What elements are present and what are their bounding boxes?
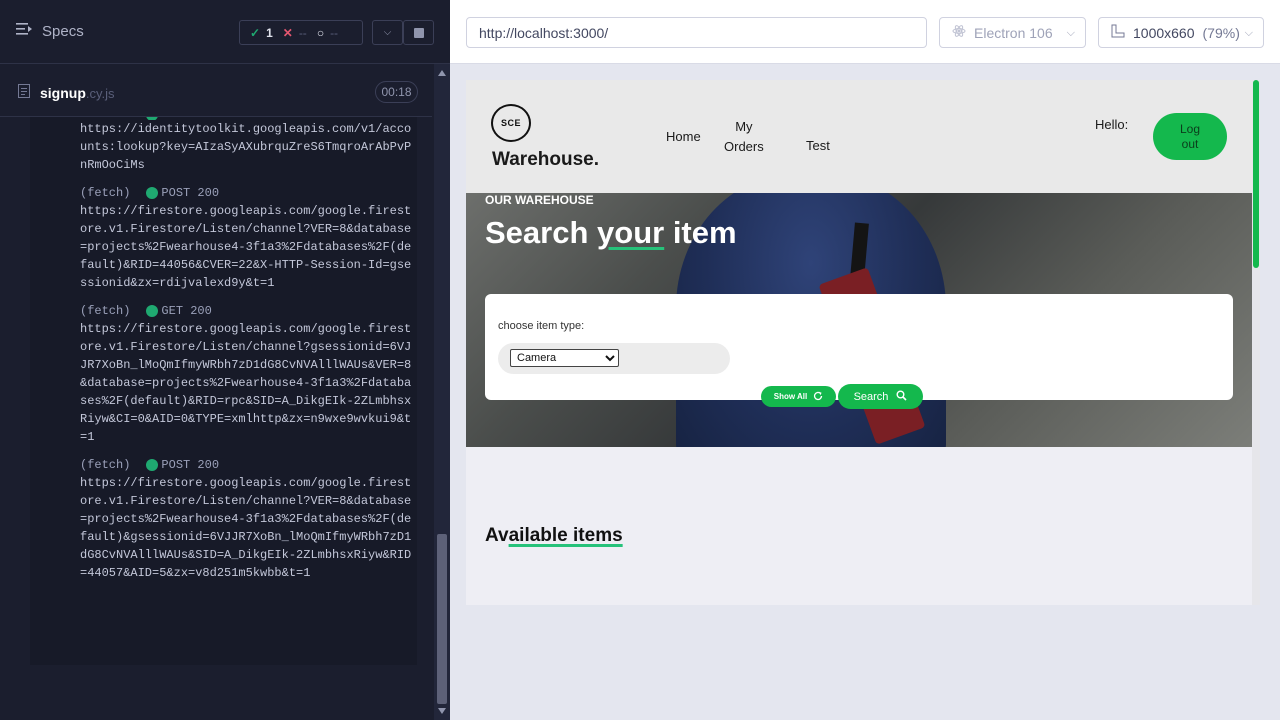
item-type-wrapper: Camera xyxy=(498,343,730,374)
menu-icon xyxy=(16,22,32,40)
logo-text[interactable]: Warehouse. xyxy=(492,149,599,171)
viewport-zoom: (79%) xyxy=(1202,24,1240,41)
refresh-icon xyxy=(813,391,823,403)
log-entry[interactable]: (fetch) POST 200 https://firestore.googlea… xyxy=(80,456,415,582)
hero-title-pre: Search xyxy=(485,215,598,250)
nav-my-orders-line2: Orders xyxy=(724,139,764,154)
viewport-size: 1000x660 xyxy=(1133,24,1195,41)
aut-toolbar: http://localhost:3000/ Electron 106 ⌵ 10… xyxy=(450,0,1280,64)
log-entry-type: (fetch) xyxy=(80,304,131,318)
logout-line1: Log xyxy=(1179,121,1201,136)
hero-title: Search your item xyxy=(485,215,737,251)
log-entry-url: https://firestore.googleapis.com/google.… xyxy=(80,476,412,580)
scroll-down-icon[interactable] xyxy=(438,708,446,714)
log-entry-url: https://firestore.googleapis.com/google.… xyxy=(80,204,412,290)
electron-icon xyxy=(952,24,966,41)
chevron-down-icon: ⌵ xyxy=(1244,27,1253,39)
log-entry-url: https://firestore.googleapis.com/google.… xyxy=(80,322,412,444)
nav-my-orders[interactable]: My Orders xyxy=(724,117,764,157)
hello-label: Hello: xyxy=(1095,117,1129,132)
spec-ext: .cy.js xyxy=(85,86,115,101)
app-frame: SCE Warehouse. Home My Orders Test Hello… xyxy=(466,80,1260,605)
expand-button[interactable]: ⌵ xyxy=(372,20,403,45)
chevron-down-icon: ⌵ xyxy=(1066,27,1075,39)
specs-label: Specs xyxy=(42,22,84,40)
browser-label: Electron 106 xyxy=(974,24,1053,41)
log-entry[interactable]: (fetch) POST 200 https://firestore.googlea… xyxy=(80,184,415,292)
log-entry-url: https://identitytoolkit.googleapis.com/v… xyxy=(80,122,412,172)
check-icon: ✓ xyxy=(250,25,261,40)
hero-title-your: your xyxy=(597,215,665,250)
spec-name: signup xyxy=(40,85,86,101)
log-entry-head: (fetch) POST 200 xyxy=(80,184,415,202)
status-dot-icon xyxy=(146,305,159,317)
stop-button[interactable] xyxy=(403,20,434,45)
item-type-select[interactable]: Camera xyxy=(510,349,619,367)
nav-test[interactable]: Test xyxy=(806,136,830,156)
spec-header: signup.cy.js 00:18 xyxy=(0,65,432,117)
nav-my-orders-line1: My xyxy=(735,119,753,134)
spec-title: signup.cy.js xyxy=(40,85,115,101)
log-entry-type: (fetch) xyxy=(80,186,131,200)
command-log: https://identitytoolkit.googleapis.com/v… xyxy=(30,117,417,665)
log-entry-method: POST 200 xyxy=(161,458,220,472)
passed-count: 1 xyxy=(266,25,273,40)
pending-icon: ○ xyxy=(316,25,325,40)
logout-line2: out xyxy=(1181,136,1199,151)
search-label: Search xyxy=(853,390,889,403)
duration-badge: 00:18 xyxy=(375,81,418,103)
available-underlined: ailable items xyxy=(508,525,623,546)
available-items-heading: Available items xyxy=(485,525,623,547)
failed-count: -- xyxy=(298,25,307,40)
app-header: SCE Warehouse. Home My Orders Test Hello… xyxy=(466,80,1260,193)
test-stats: ✓ 1 ✕ -- ○ -- xyxy=(239,20,363,45)
x-icon: ✕ xyxy=(282,25,293,40)
nav-home[interactable]: Home xyxy=(666,127,701,147)
status-dot-icon xyxy=(146,187,159,199)
browser-selector[interactable]: Electron 106 ⌵ xyxy=(939,17,1086,48)
log-entry[interactable]: https://identitytoolkit.googleapis.com/v… xyxy=(80,117,415,174)
failed-stat: ✕ -- xyxy=(273,26,307,40)
search-icon xyxy=(896,390,907,404)
available-pre: Av xyxy=(485,525,509,546)
scroll-thumb[interactable] xyxy=(437,534,447,704)
runner-toolbar: Specs ✓ 1 ✕ -- ○ -- ⌵ xyxy=(0,0,450,64)
app-scroll-thumb[interactable] xyxy=(1253,80,1259,268)
search-button[interactable]: Search xyxy=(838,384,923,409)
log-entry[interactable]: (fetch) GET 200 https://firestore.googleap… xyxy=(80,302,415,446)
log-entry-head: (fetch) POST 200 xyxy=(80,456,415,474)
log-entry-head: (fetch) GET 200 xyxy=(80,302,415,320)
item-type-label: choose item type: xyxy=(498,320,585,332)
scroll-up-icon[interactable] xyxy=(438,70,446,76)
status-dot-icon xyxy=(146,459,159,471)
chevron-down-icon: ⌵ xyxy=(383,27,392,38)
document-icon xyxy=(18,84,30,103)
runner-panel: Specs ✓ 1 ✕ -- ○ -- ⌵ signup.cy.js 00:18… xyxy=(0,0,450,720)
ruler-icon xyxy=(1111,24,1125,41)
logo-badge[interactable]: SCE xyxy=(491,104,531,142)
log-entry-method: POST 200 xyxy=(161,186,220,200)
stop-icon xyxy=(413,27,424,38)
viewport-selector[interactable]: 1000x660 (79%) ⌵ xyxy=(1098,17,1264,48)
show-all-button[interactable]: Show All xyxy=(761,386,836,407)
pending-count: -- xyxy=(330,25,339,40)
command-log-list: https://identitytoolkit.googleapis.com/v… xyxy=(80,117,415,592)
pending-stat: ○ -- xyxy=(307,26,338,40)
hero-title-item: item xyxy=(664,215,737,250)
passed-stat: ✓ 1 xyxy=(240,26,273,40)
log-entry-type: (fetch) xyxy=(80,458,131,472)
logout-button[interactable]: Log out xyxy=(1153,113,1227,160)
specs-toggle-button[interactable]: Specs xyxy=(16,22,84,40)
url-field[interactable]: http://localhost:3000/ xyxy=(466,17,927,48)
hero-subtitle: OUR WAREHOUSE xyxy=(485,193,594,207)
show-all-label: Show All xyxy=(773,392,808,401)
runner-scrollbar[interactable] xyxy=(434,64,450,720)
log-entry-method: GET 200 xyxy=(161,304,212,318)
